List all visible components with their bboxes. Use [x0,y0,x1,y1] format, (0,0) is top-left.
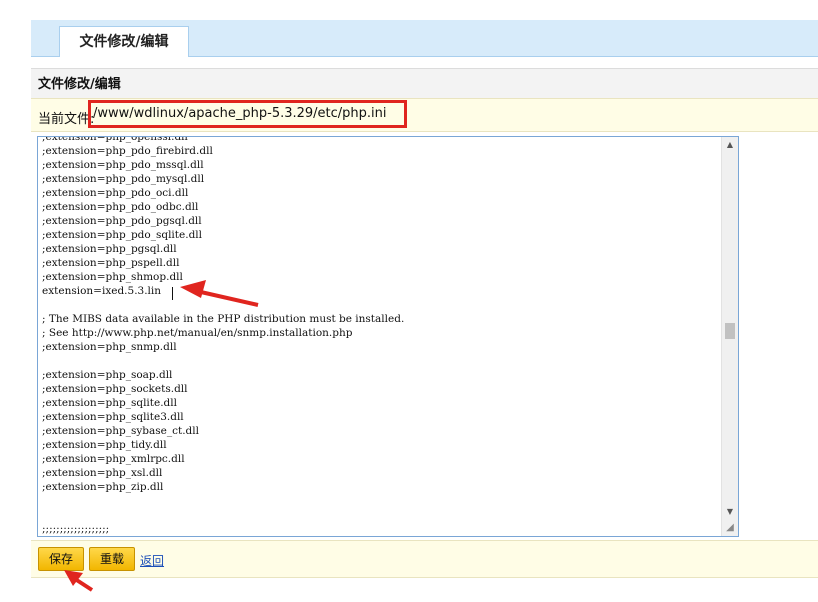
reload-button[interactable]: 重载 [89,547,135,571]
code-line: ;extension=php_zip.dll [42,481,164,493]
code-line: ;extension=php_pdo_firebird.dll [42,145,213,157]
editor-container: ;extension=php_openssl.dll ;extension=php… [31,132,818,540]
code-line: ;extension=php_sqlite.dll [42,397,177,409]
code-line: ;extension=php_pdo_mssql.dll [42,159,204,171]
code-line: ;extension=php_soap.dll [42,369,173,381]
text-caret [172,287,173,300]
code-line: ;extension=php_pspell.dll [42,257,180,269]
code-line: ;extension=php_sqlite3.dll [42,411,184,423]
current-file-row: 当前文件: /www/wdlinux/apache_php-5.3.29/etc… [31,98,818,132]
back-link[interactable]: 返回 [140,552,164,569]
scrollbar-thumb[interactable] [725,323,735,339]
code-line: ;extension=php_snmp.dll [42,341,177,353]
action-bar: 保存 重载 返回 [31,540,818,578]
scroll-down-arrow-icon[interactable]: ▼ [722,504,738,520]
code-line: ;extension=php_pdo_pgsql.dll [42,215,202,227]
tab-bar: 文件修改/编辑 [31,20,818,57]
code-text: ;extension=php_openssl.dll ;extension=php… [42,136,720,537]
code-line: extension=ixed.5.3.lin [42,285,162,297]
code-line: ; See http://www.php.net/manual/en/snmp.… [42,327,353,339]
code-line: ;extension=php_sockets.dll [42,383,188,395]
code-line: ;extension=php_sybase_ct.dll [42,425,199,437]
code-line: ; The MIBS data available in the PHP dis… [42,313,405,325]
vertical-scrollbar[interactable]: ▲ ▼ [721,137,738,536]
code-line: ; Module Settings ; [42,536,720,537]
current-file-label: 当前文件: [38,112,95,127]
code-line: ;extension=php_openssl.dll [42,136,188,143]
code-line: ;extension=php_pdo_sqlite.dll [42,229,203,241]
code-line: ;extension=php_xmlrpc.dll [42,453,185,465]
file-content-textarea[interactable]: ;extension=php_openssl.dll ;extension=php… [37,136,739,537]
save-button[interactable]: 保存 [38,547,84,571]
section-title: 文件修改/编辑 [31,68,818,98]
code-line: ;extension=php_tidy.dll [42,439,167,451]
resize-grip-icon[interactable]: ◢ [722,520,738,536]
code-line: ;extension=php_shmop.dll [42,271,183,283]
code-line: ;extension=php_pdo_oci.dll [42,187,189,199]
code-line: ;extension=php_pgsql.dll [42,243,177,255]
scroll-up-arrow-icon[interactable]: ▲ [722,137,738,153]
code-line: ;;;;;;;;;;;;;;;;;;; [42,523,110,535]
code-line: ;extension=php_pdo_odbc.dll [42,201,199,213]
code-line: ;extension=php_pdo_mysql.dll [42,173,205,185]
current-file-path: /www/wdlinux/apache_php-5.3.29/etc/php.i… [88,100,407,128]
code-line: ;extension=php_xsl.dll [42,467,163,479]
tab-file-edit[interactable]: 文件修改/编辑 [59,26,189,57]
